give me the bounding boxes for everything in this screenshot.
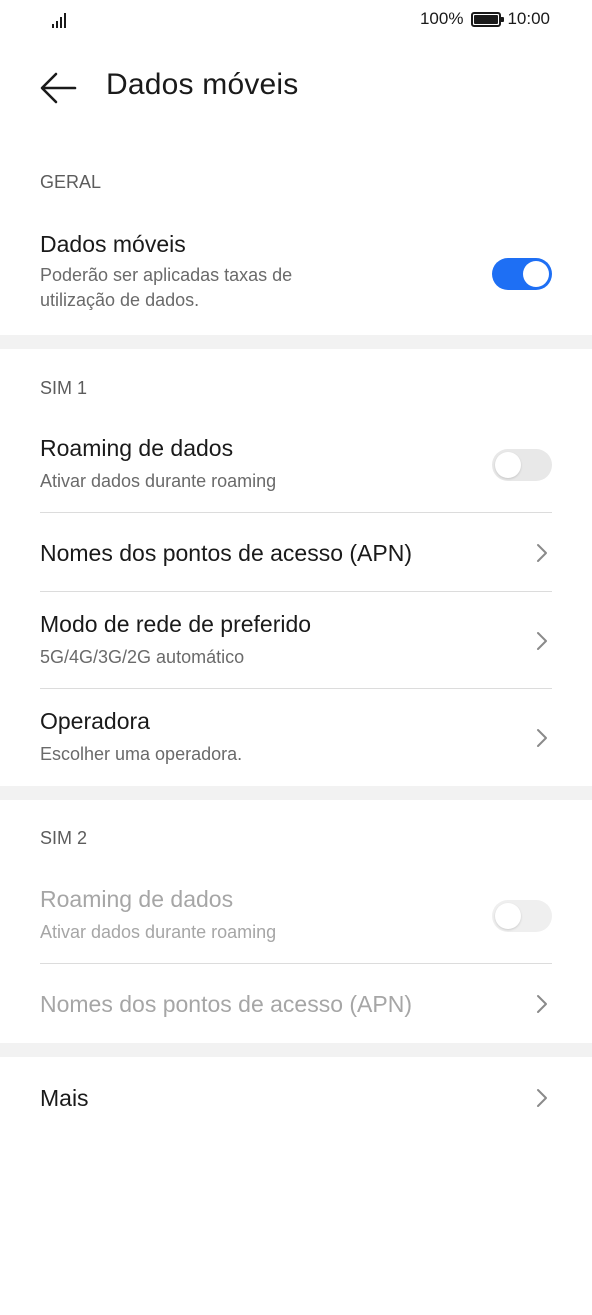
sim1-network-mode-title: Modo de rede de preferido: [40, 611, 312, 637]
sim1-operator-title: Operadora: [40, 708, 150, 734]
clock: 10:00: [507, 9, 550, 28]
app-bar: Dados móveis: [0, 58, 592, 118]
toggle-knob: [495, 903, 521, 929]
sim2-roaming-subtitle: Ativar dados durante roaming: [40, 922, 277, 942]
sim1-roaming-subtitle: Ativar dados durante roaming: [40, 471, 277, 491]
sim1-roaming-row[interactable]: Roaming de dados Ativar dados durante ro…: [40, 432, 552, 502]
mobile-data-title: Dados móveis: [40, 231, 186, 257]
back-arrow-icon[interactable]: [38, 70, 78, 106]
mobile-data-toggle[interactable]: [492, 258, 552, 290]
sim1-roaming-title: Roaming de dados: [40, 435, 234, 461]
mobile-data-subtitle-line1: Poderão ser aplicadas taxas de: [40, 265, 293, 285]
divider: [40, 512, 552, 513]
sim1-operator-row[interactable]: Operadora Escolher uma operadora.: [40, 705, 552, 775]
section-gap: [0, 1043, 592, 1057]
section-header-sim1: SIM 1: [40, 378, 88, 398]
section-gap: [0, 786, 592, 800]
more-title: Mais: [40, 1085, 89, 1111]
sim2-roaming-toggle[interactable]: [492, 900, 552, 932]
battery-icon: [471, 11, 505, 27]
divider: [40, 963, 552, 964]
sim1-network-mode-row[interactable]: Modo de rede de preferido 5G/4G/3G/2G au…: [40, 608, 552, 678]
sim2-apn-title: Nomes dos pontos de acesso (APN): [40, 991, 413, 1017]
mobile-data-row[interactable]: Dados móveis Poderão ser aplicadas taxas…: [40, 228, 552, 324]
status-bar: 100% 10:00: [0, 0, 592, 40]
sim1-roaming-toggle[interactable]: [492, 449, 552, 481]
chevron-right-icon: [537, 632, 547, 650]
battery-percent: 100%: [419, 9, 464, 28]
sim2-apn-row[interactable]: Nomes dos pontos de acesso (APN): [40, 988, 552, 1028]
section-header-sim2: SIM 2: [40, 828, 88, 848]
more-row[interactable]: Mais: [40, 1082, 552, 1122]
page-title: Dados móveis: [106, 68, 299, 101]
sim1-network-mode-subtitle: 5G/4G/3G/2G automático: [40, 647, 245, 667]
chevron-right-icon: [537, 544, 547, 562]
sim1-operator-subtitle: Escolher uma operadora.: [40, 744, 243, 764]
section-header-general: GERAL: [40, 172, 102, 192]
sim1-apn-row[interactable]: Nomes dos pontos de acesso (APN): [40, 537, 552, 577]
status-right: 100% 10:00: [420, 9, 550, 29]
sim2-roaming-title: Roaming de dados: [40, 886, 234, 912]
toggle-knob: [523, 261, 549, 287]
sim1-apn-title: Nomes dos pontos de acesso (APN): [40, 540, 413, 566]
mobile-data-subtitle-line2: utilização de dados.: [40, 290, 200, 310]
chevron-right-icon: [537, 729, 547, 747]
divider: [40, 591, 552, 592]
toggle-knob: [495, 452, 521, 478]
section-gap: [0, 335, 592, 349]
divider: [40, 688, 552, 689]
chevron-right-icon: [537, 995, 547, 1013]
chevron-right-icon: [537, 1089, 547, 1107]
sim2-roaming-row[interactable]: Roaming de dados Ativar dados durante ro…: [40, 883, 552, 953]
signal-icon: [52, 10, 72, 28]
